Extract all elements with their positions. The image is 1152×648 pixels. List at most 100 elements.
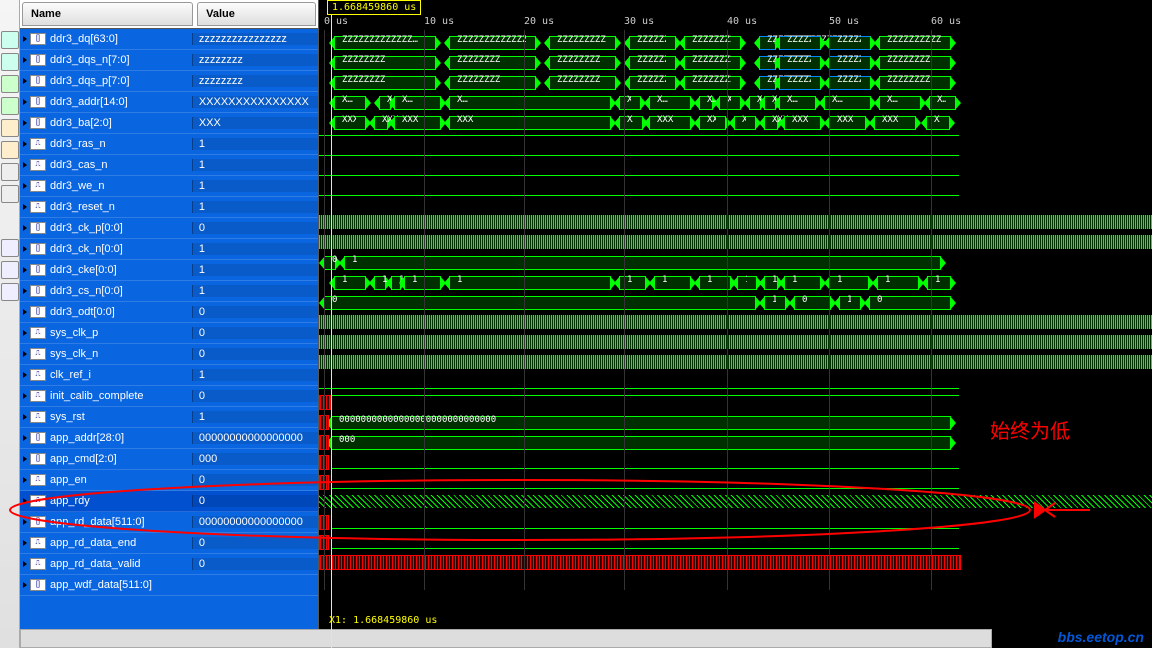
signal-name: ddr3_cs_n[0:0] [50, 285, 123, 297]
signal-name: ddr3_ck_n[0:0] [50, 243, 123, 255]
signal-row[interactable]: []app_wdf_data[511:0] [20, 575, 318, 596]
signal-type-icon: [] [30, 264, 46, 276]
tool-btn[interactable] [1, 97, 19, 115]
expand-icon[interactable] [23, 183, 27, 189]
expand-icon[interactable] [23, 372, 27, 378]
signal-row[interactable]: []ddr3_cke[0:0]1 [20, 260, 318, 281]
signal-row[interactable]: ⎍sys_clk_p0 [20, 323, 318, 344]
ruler-tick: 50 us [829, 16, 859, 27]
signal-name: ddr3_cke[0:0] [50, 264, 117, 276]
signal-row[interactable]: []ddr3_dqs_p[7:0]zzzzzzzz [20, 71, 318, 92]
expand-icon[interactable] [23, 330, 27, 336]
signal-row[interactable]: ⎍clk_ref_i1 [20, 365, 318, 386]
signal-row[interactable]: []ddr3_ck_n[0:0]1 [20, 239, 318, 260]
signal-row[interactable]: []ddr3_dqs_n[7:0]zzzzzzzz [20, 50, 318, 71]
signal-row[interactable]: []ddr3_cs_n[0:0]1 [20, 281, 318, 302]
expand-icon[interactable] [23, 78, 27, 84]
signal-row[interactable]: ⎍ddr3_cas_n1 [20, 155, 318, 176]
expand-icon[interactable] [23, 120, 27, 126]
ruler-tick: 40 us [727, 16, 757, 27]
tool-btn[interactable] [1, 119, 19, 137]
signal-name: ddr3_dq[63:0] [50, 33, 118, 45]
signal-name: clk_ref_i [50, 369, 91, 381]
tool-btn[interactable] [1, 53, 19, 71]
signal-row[interactable]: ⎍init_calib_complete0 [20, 386, 318, 407]
ruler-tick: 30 us [624, 16, 654, 27]
expand-icon[interactable] [23, 99, 27, 105]
expand-icon[interactable] [23, 435, 27, 441]
expand-icon[interactable] [23, 288, 27, 294]
signal-type-icon: ⎍ [30, 369, 46, 381]
tool-btn[interactable] [1, 261, 19, 279]
expand-icon[interactable] [23, 246, 27, 252]
horizontal-scrollbar[interactable] [20, 629, 992, 648]
signal-value: 1 [192, 159, 318, 171]
expand-icon[interactable] [23, 393, 27, 399]
signal-row[interactable]: []app_cmd[2:0]000 [20, 449, 318, 470]
expand-icon[interactable] [23, 267, 27, 273]
signal-value: XXXXXXXXXXXXXXX [192, 96, 318, 108]
signal-value: 0 [192, 348, 318, 360]
expand-icon[interactable] [23, 36, 27, 42]
expand-icon[interactable] [23, 414, 27, 420]
signal-panel: Name Value [] ddr3_dq[63:0] zzzzzzzzzzzzzz… [20, 0, 319, 648]
expand-icon[interactable] [23, 141, 27, 147]
signal-value: 1 [192, 180, 318, 192]
ruler-tick: 0 us [324, 16, 348, 27]
ruler-tick: 20 us [524, 16, 554, 27]
signal-row[interactable]: ⎍ddr3_ras_n1 [20, 134, 318, 155]
signal-row[interactable]: []ddr3_ck_p[0:0]0 [20, 218, 318, 239]
expand-icon[interactable] [23, 204, 27, 210]
cursor-line[interactable] [331, 0, 332, 648]
annotation-arrow-icon [1030, 495, 1100, 525]
signal-value: zzzzzzzzzzzzzzzz [192, 33, 318, 45]
signal-row[interactable]: ⎍ddr3_reset_n1 [20, 197, 318, 218]
waveform-area[interactable]: 1.668459860 us 0 us 10 us 20 us 30 us 40 us 5… [319, 0, 1152, 648]
value-header[interactable]: Value [197, 2, 316, 26]
expand-icon[interactable] [23, 225, 27, 231]
signal-row[interactable]: []ddr3_ba[2:0]XXX [20, 113, 318, 134]
signal-row[interactable]: []app_addr[28:0]00000000000000000 [20, 428, 318, 449]
signal-value: 000 [192, 453, 318, 465]
signal-value: 0 [192, 306, 318, 318]
tool-btn[interactable] [1, 283, 19, 301]
tool-btn[interactable] [1, 163, 19, 181]
ruler-tick: 10 us [424, 16, 454, 27]
expand-icon[interactable] [23, 57, 27, 63]
expand-icon[interactable] [23, 309, 27, 315]
signal-type-icon: [] [30, 432, 46, 444]
signal-row[interactable]: []ddr3_odt[0:0]0 [20, 302, 318, 323]
tool-btn[interactable] [1, 141, 19, 159]
cursor-footer: X1: 1.668459860 us [329, 615, 437, 626]
signal-row[interactable]: ⎍sys_rst1 [20, 407, 318, 428]
tool-btn[interactable] [1, 75, 19, 93]
signal-type-icon: ⎍ [30, 411, 46, 423]
signal-value: 0 [192, 327, 318, 339]
expand-icon[interactable] [23, 561, 27, 567]
signal-row[interactable]: []ddr3_addr[14:0]XXXXXXXXXXXXXXX [20, 92, 318, 113]
name-header[interactable]: Name [22, 2, 193, 26]
signal-type-icon: [] [30, 54, 46, 66]
signal-row[interactable]: ⎍sys_clk_n0 [20, 344, 318, 365]
signal-name: ddr3_dqs_n[7:0] [50, 54, 130, 66]
signal-value: XXX [192, 117, 318, 129]
watermark: bbs.eetop.cn [1058, 629, 1144, 645]
signal-type-icon: [] [30, 285, 46, 297]
signal-value: 1 [192, 138, 318, 150]
cursor-readout: 1.668459860 us [327, 0, 421, 15]
signal-row[interactable]: []ddr3_dq[63:0]zzzzzzzzzzzzzzzz [20, 29, 318, 50]
expand-icon[interactable] [23, 456, 27, 462]
signal-name: sys_rst [50, 411, 85, 423]
tool-btn[interactable] [1, 31, 19, 49]
time-ruler[interactable]: 0 us10 us20 us30 us40 us50 us60 us [319, 16, 1152, 30]
tool-btn[interactable] [1, 239, 19, 257]
signal-row[interactable]: ⎍app_rd_data_valid0 [20, 554, 318, 575]
signal-list[interactable]: []ddr3_dq[63:0]zzzzzzzzzzzzzzzz[]ddr3_dq… [20, 29, 318, 648]
signal-type-icon: ⎍ [30, 159, 46, 171]
signal-type-icon: [] [30, 75, 46, 87]
signal-row[interactable]: ⎍ddr3_we_n1 [20, 176, 318, 197]
expand-icon[interactable] [23, 351, 27, 357]
tool-btn[interactable] [1, 185, 19, 203]
expand-icon[interactable] [23, 162, 27, 168]
expand-icon[interactable] [23, 582, 27, 588]
